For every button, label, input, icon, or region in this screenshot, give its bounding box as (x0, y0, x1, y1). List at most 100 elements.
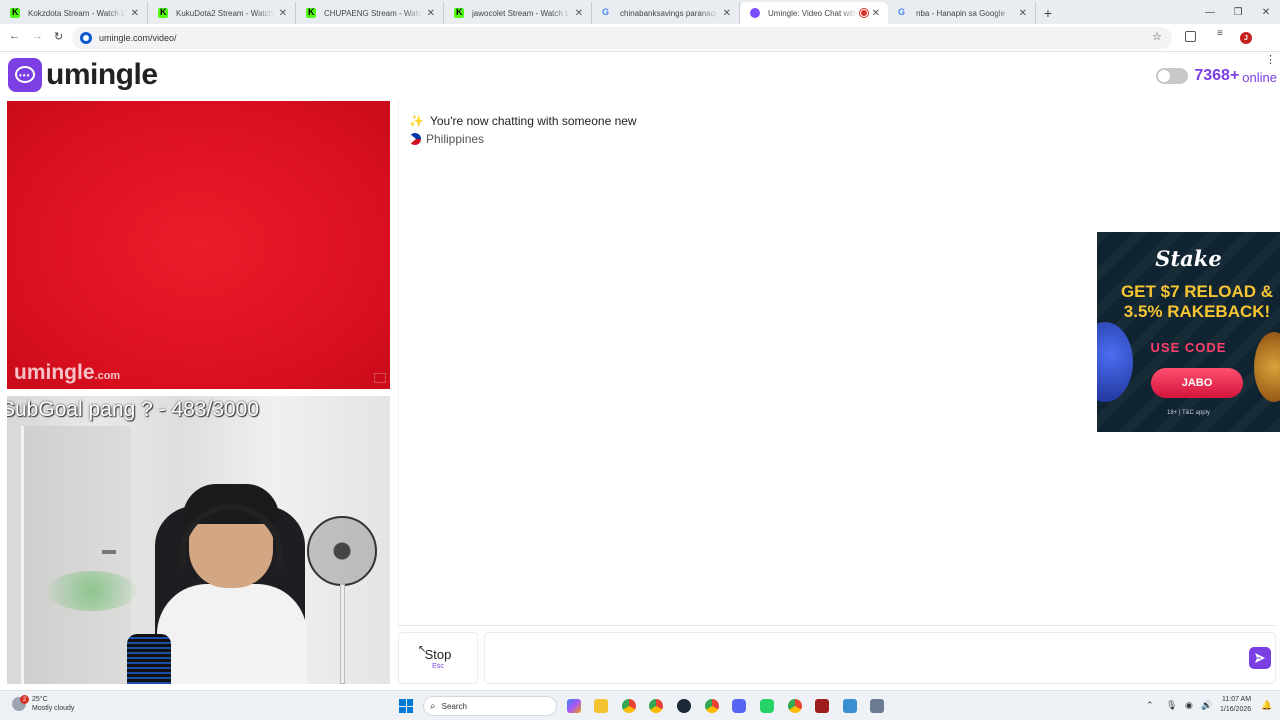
self-video: SubGoal pang ? - 483/3000 (7, 396, 390, 684)
chevron-up-icon[interactable]: ⌃ (1146, 700, 1154, 711)
sparkle-icon: ✨ (409, 114, 424, 128)
search-icon: ⌕ (430, 700, 436, 712)
new-tab-button[interactable]: + (1038, 2, 1058, 24)
background-door (21, 426, 131, 684)
close-icon[interactable]: ✕ (427, 8, 435, 19)
online-label: online (1242, 70, 1277, 85)
site-info-icon[interactable] (80, 32, 92, 44)
close-icon[interactable]: ✕ (279, 8, 287, 19)
close-window-icon[interactable]: ✕ (1252, 0, 1280, 24)
tab-umingle[interactable]: Umingle: Video Chat with S ✕ (740, 2, 888, 24)
window-controls: — ❐ ✕ (1196, 0, 1280, 24)
message-input[interactable] (484, 632, 1276, 684)
tab-nba-search[interactable]: G nba - Hanapin sa Google ✕ (888, 2, 1036, 24)
stranger-video: umingle.com (7, 101, 390, 389)
app-icon[interactable] (843, 699, 857, 713)
recording-icon (858, 8, 869, 18)
tab-title: nba - Hanapin sa Google (916, 8, 1005, 18)
forward-icon[interactable]: → (32, 30, 43, 42)
country-line: Philippines (409, 132, 484, 146)
send-icon (1255, 653, 1265, 663)
notifications-icon[interactable]: 🔔 (1261, 700, 1272, 711)
ad-brand: Stake (1155, 246, 1222, 271)
ad-cta-label: USE CODE (1150, 340, 1227, 355)
extensions-icon[interactable] (1185, 31, 1196, 42)
watermark-main: umingle (14, 361, 95, 384)
umingle-icon (750, 8, 760, 18)
chrome-icon[interactable] (622, 699, 636, 713)
restore-icon[interactable]: ❐ (1224, 0, 1252, 24)
discord-icon[interactable] (732, 699, 746, 713)
weather-widget[interactable]: 2 25°C Mostly cloudy (12, 695, 74, 713)
tab-title: jawocolet Stream - Watch Live (472, 8, 571, 18)
chrome-icon[interactable] (705, 699, 719, 713)
subgoal-overlay: SubGoal pang ? - 483/3000 (7, 398, 260, 421)
reload-icon[interactable]: ↻ (54, 30, 63, 43)
tab-jawocolet[interactable]: jawocolet Stream - Watch Live ✕ (444, 2, 592, 24)
windows-start-icon[interactable] (399, 699, 413, 713)
speaker-device (127, 634, 171, 684)
theme-toggle[interactable] (1156, 68, 1189, 84)
dota2-icon[interactable] (815, 699, 829, 713)
media-controls-icon[interactable]: ≡ (1217, 28, 1228, 39)
more-options-icon[interactable]: ⋮ (1265, 53, 1276, 66)
tab-title: chinabanksavings paranaque (620, 8, 719, 18)
ad-headline: GET $7 RELOAD & 3.5% RAKEBACK! (1109, 282, 1280, 322)
chat-bubble-icon: ••• (8, 58, 42, 92)
app-icon[interactable] (870, 699, 884, 713)
whatsapp-icon[interactable] (760, 699, 774, 713)
taskbar-search[interactable]: ⌕ Search (423, 696, 557, 716)
browser-tab-strip: Kokzdota Stream - Watch Live ✕ KukuDota2… (0, 0, 1280, 24)
country-text: Philippines (426, 132, 485, 146)
stop-label: Stop (424, 646, 452, 662)
kick-icon (454, 7, 464, 18)
clock-time[interactable]: 11:07 AM (1222, 696, 1251, 703)
stop-button[interactable]: Stop Esc (398, 632, 478, 684)
tab-title: Kokzdota Stream - Watch Live (28, 8, 127, 18)
watermark-suffix: .com (94, 370, 121, 382)
google-icon: G (898, 7, 906, 17)
umingle-logo[interactable]: ••• umingle (8, 58, 158, 92)
system-message: ✨ You're now chatting with someone new (409, 114, 637, 128)
tab-title: KukuDota2 Stream - Watch Live (176, 8, 275, 18)
volume-icon[interactable]: 🔊 (1201, 700, 1212, 711)
microphone-icon[interactable]: 🎙 (1166, 700, 1177, 711)
search-label: Search (441, 701, 467, 711)
ad-headline-line2: 3.5% RAKEBACK! (1123, 302, 1271, 321)
report-icon[interactable] (374, 373, 386, 383)
close-icon[interactable]: ✕ (723, 8, 731, 19)
bookmark-star-icon[interactable]: ☆ (1152, 30, 1162, 43)
ad-code-button[interactable]: JABO (1151, 368, 1243, 398)
tab-chupaeng[interactable]: CHUPAENG Stream - Watch Live ✕ (296, 2, 444, 24)
system-message-text: You're now chatting with someone new (429, 114, 637, 128)
close-icon[interactable]: ✕ (131, 8, 139, 19)
close-icon[interactable]: ✕ (872, 8, 880, 19)
stop-shortcut: Esc (432, 662, 444, 670)
philippines-flag-icon (409, 133, 421, 145)
ad-terms: 18+ | T&C apply (1167, 410, 1210, 416)
chrome-icon[interactable] (788, 699, 802, 713)
steam-icon[interactable] (677, 699, 691, 713)
back-icon[interactable]: ← (9, 30, 20, 42)
tab-chinabank-search[interactable]: G chinabanksavings paranaque ✕ (592, 2, 740, 24)
wifi-icon[interactable]: ◉ (1185, 700, 1193, 711)
tab-title: CHUPAENG Stream - Watch Live (324, 8, 423, 18)
windows-taskbar: 2 25°C Mostly cloudy ⌕ Search ⌃ 🎙 ◉ 🔊 11… (0, 690, 1280, 720)
kick-icon (158, 7, 168, 18)
chrome-icon[interactable] (649, 699, 663, 713)
stake-ad-banner[interactable]: Stake GET $7 RELOAD & 3.5% RAKEBACK! USE… (1097, 232, 1280, 432)
tab-kokzdota[interactable]: Kokzdota Stream - Watch Live ✕ (0, 2, 148, 24)
notification-badge: 2 (20, 695, 29, 704)
send-button[interactable] (1249, 647, 1271, 669)
clock-date[interactable]: 1/16/2026 (1220, 706, 1251, 713)
copilot-icon[interactable] (567, 699, 581, 713)
minimize-icon[interactable]: — (1196, 0, 1224, 24)
address-bar[interactable]: umingle.com/video/ (72, 27, 1172, 49)
logo-text: umingle (46, 58, 158, 91)
close-icon[interactable]: ✕ (575, 8, 583, 19)
online-count: 7368+ (1194, 67, 1240, 84)
file-explorer-icon[interactable] (594, 699, 608, 713)
profile-avatar[interactable]: J (1240, 32, 1252, 44)
tab-kukudota2[interactable]: KukuDota2 Stream - Watch Live ✕ (148, 2, 296, 24)
close-icon[interactable]: ✕ (1019, 8, 1027, 19)
